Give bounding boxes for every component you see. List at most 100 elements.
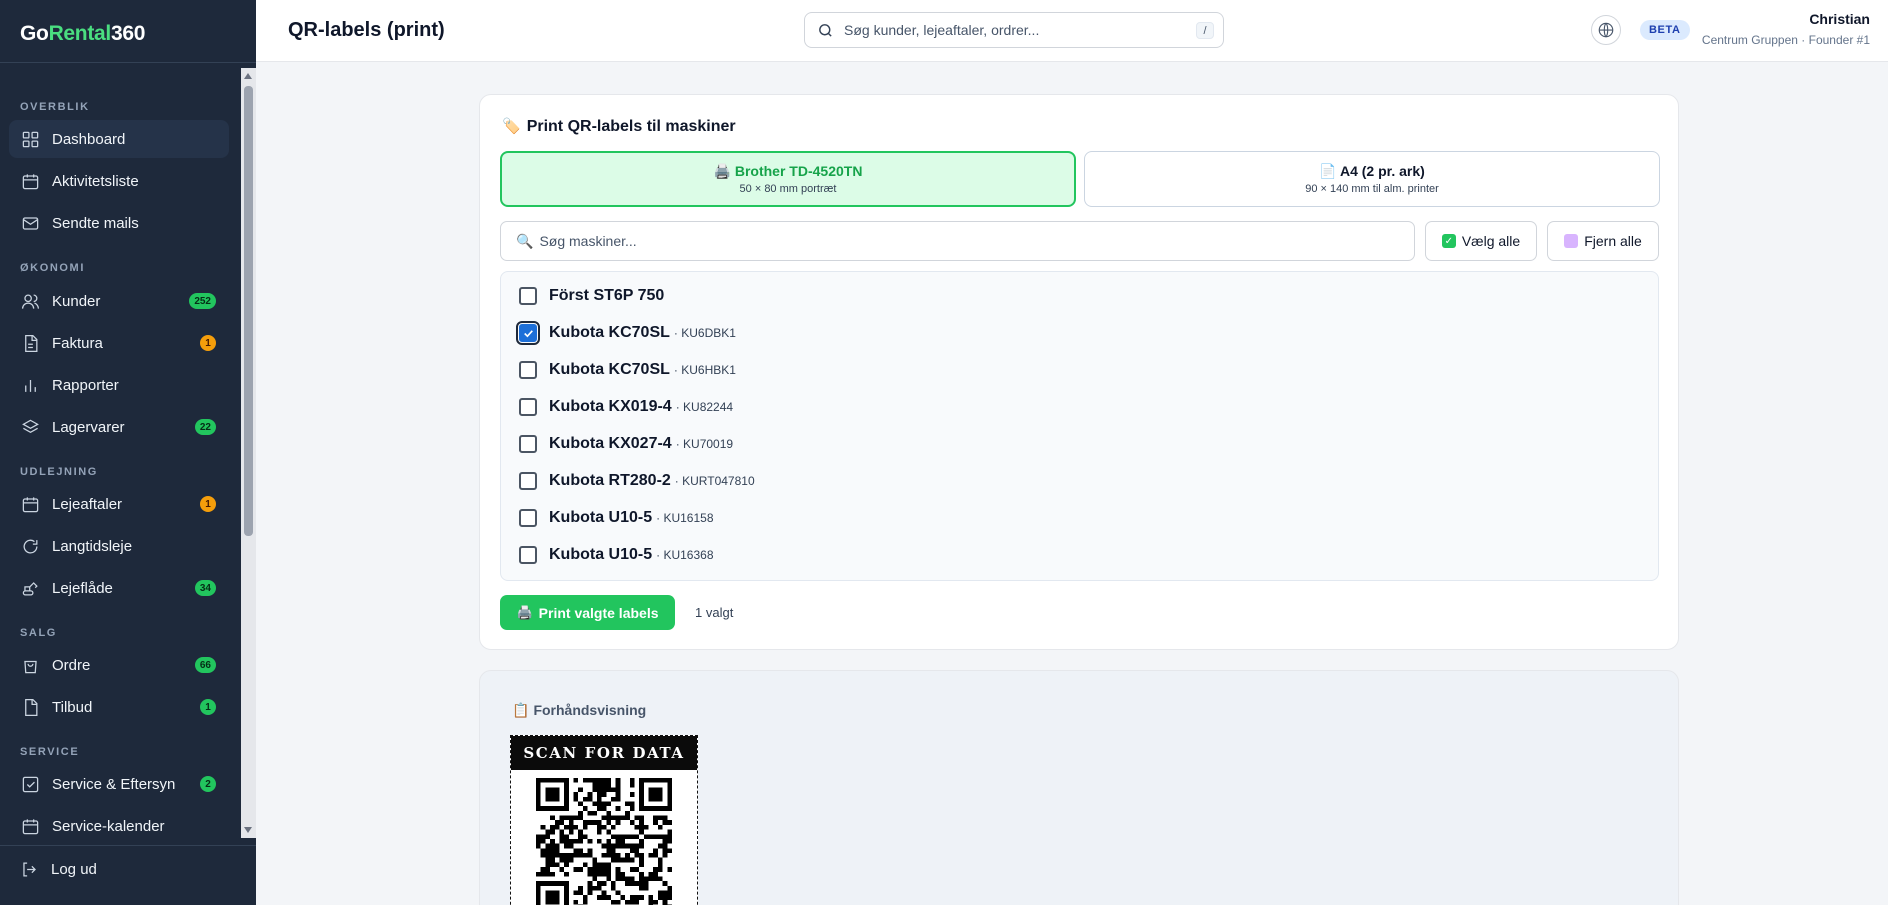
sidebar-item-label: Service & Eftersyn bbox=[52, 775, 176, 793]
machine-checkbox[interactable] bbox=[519, 472, 537, 490]
sidebar-item-dashboard[interactable]: Dashboard bbox=[9, 120, 229, 158]
print-selected-labels-button[interactable]: 🖨️ Print valgte labels bbox=[500, 595, 675, 630]
machine-checkbox[interactable] bbox=[519, 398, 537, 416]
divider bbox=[0, 845, 256, 846]
sidebar-item-langtidsleje[interactable]: Langtidsleje bbox=[9, 527, 229, 565]
sidebar-item-service-kalender[interactable]: Service-kalender bbox=[9, 807, 229, 838]
machine-row[interactable]: Kubota KC70SL · KU6HBK1 bbox=[519, 359, 736, 381]
format-subtitle: 90 × 140 mm til alm. printer bbox=[1305, 183, 1439, 195]
machine-row[interactable]: Kubota RT280-2 · KURT047810 bbox=[519, 470, 755, 492]
scroll-up-arrow-icon[interactable] bbox=[244, 73, 252, 79]
machine-name: Först ST6P 750 bbox=[549, 287, 665, 304]
machine-name: Kubota KX027-4 bbox=[549, 435, 672, 452]
clipboard-icon: 📋 bbox=[512, 702, 530, 718]
machine-list: Först ST6P 750 Kubota KC70SL · KU6DBK1 K… bbox=[500, 271, 1659, 581]
sidebar-item-label: Service-kalender bbox=[52, 817, 165, 835]
machine-checkbox[interactable] bbox=[519, 361, 537, 379]
checklist-icon bbox=[20, 774, 40, 794]
invoice-icon bbox=[20, 333, 40, 353]
check-icon: ✓ bbox=[1441, 234, 1456, 248]
global-search-input[interactable] bbox=[844, 22, 1204, 38]
format-title: A4 (2 pr. ark) bbox=[1339, 163, 1425, 179]
section-label-service: SERVICE bbox=[20, 746, 80, 758]
machine-checkbox[interactable] bbox=[519, 509, 537, 527]
sidebar-item-label: Rapporter bbox=[52, 376, 119, 394]
count-badge: 2 bbox=[200, 776, 216, 792]
scrollbar-thumb[interactable] bbox=[244, 86, 253, 536]
machine-search[interactable]: 🔍 bbox=[500, 221, 1415, 261]
logout-icon bbox=[23, 862, 36, 877]
preview-title: 📋 Forhåndsvisning bbox=[512, 702, 647, 718]
layers-icon bbox=[20, 417, 40, 437]
qr-code-icon bbox=[536, 778, 672, 905]
sidebar-item-label: Faktura bbox=[52, 334, 103, 352]
remove-all-button[interactable]: Fjern alle bbox=[1547, 221, 1659, 261]
sidebar-item-kunder[interactable]: Kunder 252 bbox=[9, 282, 229, 320]
sidebar-item-rapporter[interactable]: Rapporter bbox=[9, 366, 229, 404]
divider bbox=[0, 62, 256, 63]
sidebar-item-label: Lejeaftaler bbox=[52, 495, 123, 513]
machine-code: · KU82244 bbox=[675, 400, 734, 414]
machine-row[interactable]: Kubota KX027-4 · KU70019 bbox=[519, 433, 733, 455]
sidebar-item-aktivitetsliste[interactable]: Aktivitetsliste bbox=[9, 162, 229, 200]
count-badge: 252 bbox=[189, 293, 216, 309]
label-header: SCAN FOR DATA bbox=[511, 736, 697, 770]
dashboard-icon bbox=[20, 129, 40, 149]
select-all-button[interactable]: ✓ Vælg alle bbox=[1425, 221, 1537, 261]
sidebar-item-ordre[interactable]: Ordre 66 bbox=[9, 646, 229, 684]
sidebar-item-lejeflade[interactable]: Lejeflåde 34 bbox=[9, 569, 229, 607]
machine-row[interactable]: Kubota KX019-4 · KU82244 bbox=[519, 396, 733, 418]
beta-badge: BETA bbox=[1640, 20, 1690, 40]
user-organization: Centrum Gruppen · Founder #1 bbox=[1701, 33, 1870, 47]
section-label-overblik: OVERBLIK bbox=[20, 101, 90, 113]
app-logo[interactable]: GoRental360 bbox=[20, 22, 145, 46]
language-button[interactable] bbox=[1591, 15, 1621, 45]
label-tag-icon: 🏷️ bbox=[502, 118, 521, 135]
search-shortcut-hint: / bbox=[1196, 22, 1214, 39]
machine-row[interactable]: Kubota U10-5 · KU16158 bbox=[519, 507, 714, 529]
machine-code: · KU6HBK1 bbox=[673, 363, 736, 377]
scroll-down-arrow-icon[interactable] bbox=[244, 827, 252, 833]
format-option-a4[interactable]: 📄 A4 (2 pr. ark) 90 × 140 mm til alm. pr… bbox=[1084, 151, 1660, 207]
format-subtitle: 50 × 80 mm portræt bbox=[739, 183, 837, 195]
sidebar-item-service-eftersyn[interactable]: Service & Eftersyn 2 bbox=[9, 765, 229, 803]
user-name[interactable]: Christian bbox=[1809, 11, 1870, 27]
machine-name: Kubota KC70SL bbox=[549, 361, 670, 378]
preview-panel: 📋 Forhåndsvisning SCAN FOR DATA bbox=[479, 670, 1679, 905]
sidebar-item-label: Sendte mails bbox=[52, 214, 139, 232]
sidebar-item-label: Aktivitetsliste bbox=[52, 172, 139, 190]
document-icon bbox=[20, 697, 40, 717]
global-search[interactable]: / bbox=[804, 12, 1224, 48]
machine-checkbox[interactable] bbox=[519, 546, 537, 564]
logout-button[interactable]: Log ud bbox=[20, 860, 97, 879]
machine-row[interactable]: Kubota U10-5 · KU16368 bbox=[519, 544, 714, 566]
count-badge: 34 bbox=[194, 580, 216, 596]
sidebar-item-sendte-mails[interactable]: Sendte mails bbox=[9, 204, 229, 242]
sidebar-item-label: Dashboard bbox=[52, 130, 126, 148]
sidebar-scrollbar[interactable] bbox=[241, 68, 256, 838]
printer-icon: 🖨️ bbox=[516, 604, 533, 620]
checkmark-icon bbox=[523, 329, 533, 337]
printer-icon: 🖨️ bbox=[713, 163, 731, 179]
sidebar-item-lagervarer[interactable]: Lagervarer 22 bbox=[9, 408, 229, 446]
globe-icon bbox=[1598, 22, 1614, 38]
machine-row[interactable]: Kubota KC70SL · KU6DBK1 bbox=[516, 321, 736, 345]
count-badge: 1 bbox=[200, 496, 216, 512]
machine-checkbox[interactable] bbox=[516, 321, 540, 345]
selected-count: 1 valgt bbox=[695, 605, 734, 620]
machine-checkbox[interactable] bbox=[519, 435, 537, 453]
sidebar-item-faktura[interactable]: Faktura 1 bbox=[9, 324, 229, 362]
machine-search-input[interactable] bbox=[539, 233, 1360, 249]
section-label-okonomi: ØKONOMI bbox=[20, 262, 85, 274]
card-title: 🏷️ Print QR-labels til maskiner bbox=[502, 118, 736, 135]
magnifier-icon: 🔍 bbox=[516, 232, 534, 249]
mail-icon bbox=[20, 213, 40, 233]
machine-code: · KU70019 bbox=[675, 437, 734, 451]
format-title: Brother TD-4520TN bbox=[734, 163, 863, 179]
format-option-brother[interactable]: 🖨️ Brother TD-4520TN 50 × 80 mm portræt bbox=[500, 151, 1076, 207]
sidebar-item-lejeaftaler[interactable]: Lejeaftaler 1 bbox=[9, 485, 229, 523]
machine-row[interactable]: Först ST6P 750 bbox=[519, 285, 664, 307]
machine-code: · KU6DBK1 bbox=[673, 326, 736, 340]
machine-checkbox[interactable] bbox=[519, 287, 537, 305]
sidebar-item-tilbud[interactable]: Tilbud 1 bbox=[9, 688, 229, 726]
